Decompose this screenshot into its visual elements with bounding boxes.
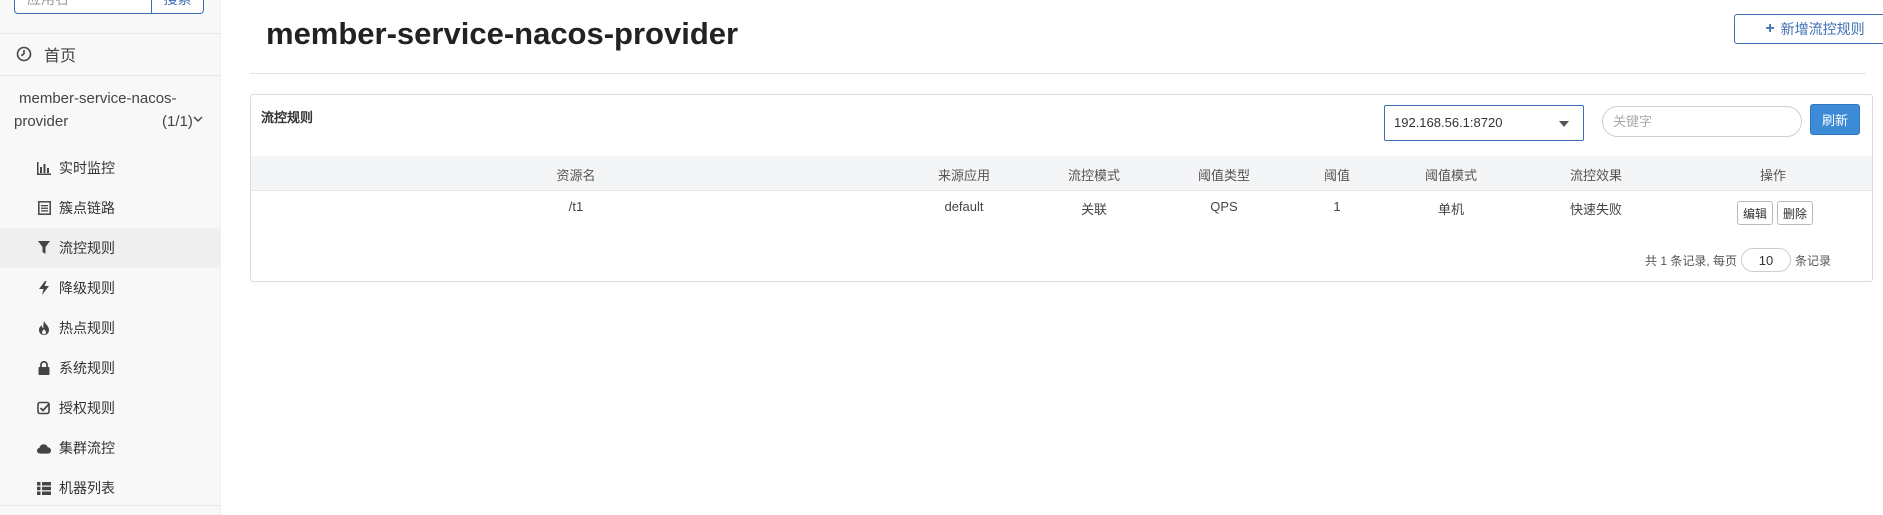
- page-size-input[interactable]: [1741, 248, 1792, 272]
- sidebar-item-label: 流控规则: [59, 240, 115, 256]
- sidebar-item-label: 首页: [44, 48, 77, 65]
- sidebar-item-authority[interactable]: 授权规则: [0, 388, 220, 428]
- sidebar-item-label: 簇点链路: [59, 200, 115, 216]
- sidebar-item-label: 降级规则: [59, 280, 115, 296]
- app-name-line2: provider: [14, 113, 69, 130]
- column-header: 阈值类型: [1197, 168, 1251, 183]
- sidebar-item-metric[interactable]: 实时监控: [0, 148, 220, 188]
- delete-button[interactable]: 删除: [1777, 201, 1813, 225]
- machine-select-value: 192.168.56.1:8720: [1394, 115, 1503, 130]
- cell-count: 1: [1333, 199, 1341, 214]
- lock-icon: [37, 361, 51, 375]
- sidebar-item-degrade[interactable]: 降级规则: [0, 268, 220, 308]
- pagination-prefix: 共 1 条记录, 每页: [1645, 253, 1738, 268]
- sidebar-item-home[interactable]: 首页: [0, 34, 220, 74]
- app-search-input[interactable]: [14, 0, 152, 14]
- sidebar-app-group[interactable]: member-service-nacos- provider (1/1): [0, 87, 220, 137]
- sidebar-item-label: 集群流控: [59, 440, 115, 456]
- filter-icon: [37, 241, 51, 255]
- page-title: member-service-nacos-provider: [266, 16, 739, 51]
- pagination-suffix: 条记录: [1795, 253, 1832, 268]
- sidebar-item-label: 系统规则: [59, 360, 115, 376]
- sidebar-divider: [0, 75, 220, 76]
- machine-select[interactable]: 192.168.56.1:8720: [1384, 105, 1584, 141]
- cell-strategy: 关联: [1080, 202, 1108, 217]
- table-header: 资源名 来源应用 流控模式 阈值类型 阈值 阈值模式 流控效果 操作: [251, 156, 1872, 191]
- header-divider: [250, 73, 1866, 74]
- pagination: 共 1 条记录, 每页 条记录: [1645, 248, 1831, 272]
- cell-limit-app: default: [944, 199, 984, 214]
- flow-rules-panel: 流控规则 192.168.56.1:8720 刷新 资源名 来源应用 流控模式 …: [250, 94, 1873, 282]
- list-icon: [37, 201, 51, 215]
- app-name: member-service-nacos-: [19, 90, 177, 107]
- sidebar-item-label: 实时监控: [59, 160, 115, 176]
- app-search: 搜索: [14, 0, 204, 16]
- sidebar-item-identity[interactable]: 簇点链路: [0, 188, 220, 228]
- plus-icon: +: [1765, 20, 1775, 37]
- bar-chart-icon: [37, 161, 51, 175]
- keyword-search-input[interactable]: [1602, 106, 1802, 137]
- sidebar-item-label: 热点规则: [59, 320, 115, 336]
- chevron-down-icon: [193, 116, 203, 122]
- sidebar-item-machines[interactable]: 机器列表: [0, 468, 220, 508]
- sidebar-divider: [0, 505, 220, 506]
- th-list-icon: [37, 481, 51, 495]
- cell-resource: /t1: [568, 199, 584, 214]
- column-header: 操作: [1759, 168, 1787, 183]
- column-header: 资源名: [556, 168, 596, 183]
- sidebar-item-cluster[interactable]: 集群流控: [0, 428, 220, 468]
- refresh-button[interactable]: 刷新: [1810, 104, 1860, 135]
- sidebar-item-label: 授权规则: [59, 400, 115, 416]
- dashboard-icon: [16, 46, 32, 62]
- column-header: 来源应用: [937, 168, 991, 183]
- sidebar-item-flow[interactable]: 流控规则: [0, 228, 220, 268]
- sidebar-item-label: 机器列表: [59, 480, 115, 496]
- app-search-button[interactable]: 搜索: [152, 0, 204, 14]
- sidebar: 搜索 首页 member-service-nacos- provider (1/…: [0, 0, 221, 515]
- check-square-icon: [37, 401, 51, 415]
- column-header: 阈值模式: [1424, 168, 1478, 183]
- add-flow-rule-button[interactable]: + 新增流控规则: [1734, 14, 1883, 44]
- flash-icon: [37, 281, 51, 295]
- app-machine-count: (1/1): [162, 113, 193, 130]
- cloud-icon: [37, 441, 51, 455]
- column-header: 流控效果: [1569, 168, 1623, 183]
- add-flow-rule-label: 新增流控规则: [1780, 21, 1865, 37]
- cell-cluster-mode: 单机: [1437, 202, 1465, 217]
- sidebar-item-param-flow[interactable]: 热点规则: [0, 308, 220, 348]
- caret-down-icon: [1559, 121, 1569, 127]
- sidebar-item-system[interactable]: 系统规则: [0, 348, 220, 388]
- cell-grade: QPS: [1210, 199, 1238, 214]
- table-row: /t1 default 关联 QPS 1 单机 快速失败 编辑 删除: [251, 191, 1872, 231]
- fire-icon: [37, 321, 51, 335]
- cell-control-behavior: 快速失败: [1569, 202, 1623, 217]
- edit-button[interactable]: 编辑: [1737, 201, 1773, 225]
- column-header: 流控模式: [1067, 168, 1121, 183]
- panel-title: 流控规则: [261, 110, 314, 125]
- column-header: 阈值: [1323, 168, 1351, 183]
